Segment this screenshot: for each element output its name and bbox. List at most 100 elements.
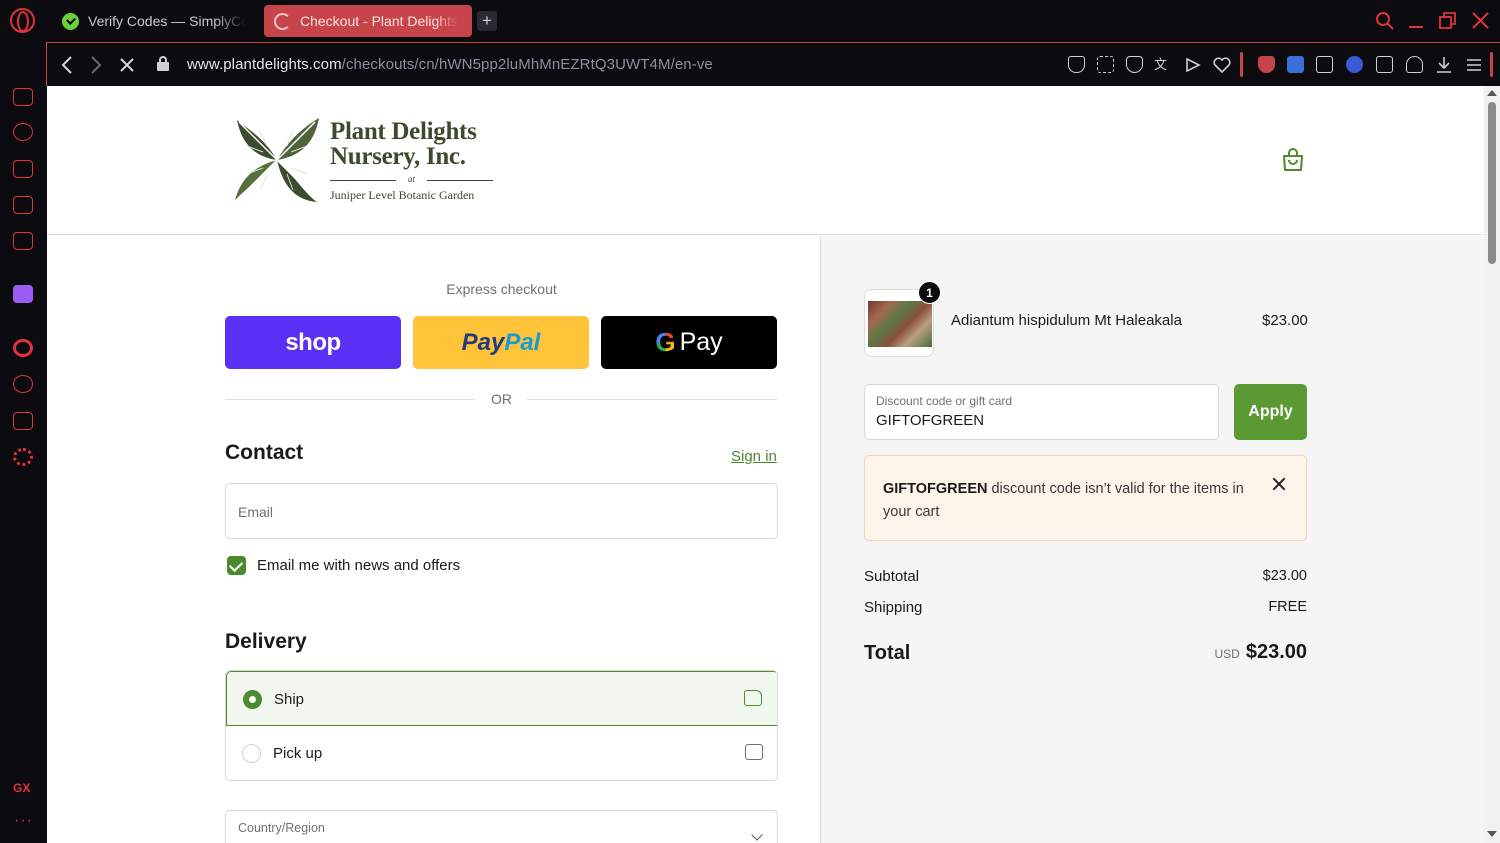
tab-checkout-active[interactable]: Checkout - Plant Delights (264, 5, 472, 37)
scrollbar-thumb[interactable] (1488, 102, 1496, 264)
stop-loading-icon[interactable] (119, 57, 135, 73)
delivery-option-ship[interactable]: Ship (226, 671, 777, 726)
news-icon[interactable] (13, 196, 33, 214)
send-icon[interactable] (1185, 57, 1201, 73)
leaf-logo-icon (233, 116, 321, 204)
news-offers-checkbox[interactable] (227, 556, 246, 575)
profile-icon[interactable] (1406, 56, 1423, 73)
store-icon (745, 744, 763, 760)
simplycodes-favicon-icon (62, 12, 79, 30)
store-icon[interactable] (13, 160, 33, 178)
product-image (868, 301, 932, 347)
player-icon[interactable] (13, 339, 33, 357)
twitch-icon[interactable] (13, 285, 33, 303)
tab-bar: Verify Codes — SimplyCodes Checkout - Pl… (0, 0, 1500, 42)
paypal-part-2: Pal (504, 328, 541, 356)
menu-icon[interactable] (1466, 57, 1482, 73)
forward-icon[interactable] (90, 56, 102, 74)
chevron-down-icon (751, 829, 763, 841)
opera-sidebar: GX ··· (0, 86, 46, 843)
paypal-part-1: Pay (461, 328, 505, 356)
scroll-down-icon[interactable] (1487, 831, 1497, 837)
logo-wordmark: Plant Delights Nursery, Inc. (330, 119, 477, 169)
pin-icon[interactable] (1068, 56, 1085, 73)
plant-delights-logo[interactable]: Plant Delights Nursery, Inc. at Juniper L… (233, 116, 503, 206)
discount-code-input[interactable]: Discount code or gift card GIFTOFGREEN (864, 384, 1219, 440)
search-icon[interactable] (1375, 11, 1395, 31)
gaming-icon[interactable] (13, 88, 33, 106)
email-placeholder: Email (238, 504, 274, 520)
notes-icon[interactable] (1316, 56, 1333, 73)
sign-in-link[interactable]: Sign in (731, 448, 777, 465)
url-field[interactable]: www.plantdelights.com/checkouts/cn/hWN5p… (187, 56, 713, 73)
minimize-icon[interactable] (1408, 11, 1424, 31)
adblock-shield-icon[interactable] (1126, 56, 1143, 73)
total-value: $23.00 (1245, 641, 1307, 663)
or-divider: OR (225, 391, 778, 407)
tab-verify-codes[interactable]: Verify Codes — SimplyCodes (52, 5, 256, 37)
more-icon[interactable]: ··· (14, 812, 33, 830)
ublock-icon[interactable] (1258, 56, 1275, 73)
address-bar: www.plantdelights.com/checkouts/cn/hWN5p… (46, 42, 1500, 86)
close-icon[interactable] (1271, 476, 1287, 492)
snapshot-icon[interactable] (1097, 56, 1114, 73)
delivery-option-pickup[interactable]: Pick up (226, 726, 777, 780)
speed-dial-icon[interactable] (13, 123, 33, 141)
google-translate-icon[interactable] (1287, 56, 1304, 73)
quantity-badge: 1 (918, 281, 941, 304)
discount-error-message: GIFTOFGREEN discount code isn’t valid fo… (883, 478, 1253, 524)
paypal-button[interactable]: Pay Pal (413, 316, 589, 369)
google-pay-button[interactable]: G Pay (601, 316, 777, 369)
product-name: Adiantum hispidulum Mt Haleakala (951, 312, 1182, 329)
browser-window: Verify Codes — SimplyCodes Checkout - Pl… (0, 0, 1500, 843)
new-tab-button[interactable]: + (477, 11, 497, 31)
restore-icon[interactable] (1439, 12, 1457, 30)
email-field[interactable]: Email (225, 483, 778, 539)
logo-at: at (330, 174, 493, 184)
close-window-icon[interactable] (1472, 12, 1489, 29)
heart-icon[interactable] (1213, 57, 1231, 73)
translate-icon[interactable]: 文 (1154, 56, 1172, 74)
extensions-icon[interactable] (13, 412, 33, 430)
messenger-m-icon[interactable] (13, 232, 33, 250)
contact-heading: Contact (225, 441, 304, 464)
ship-label: Ship (274, 691, 305, 708)
shop-pay-button[interactable]: shop (225, 316, 401, 369)
gx-control-button[interactable]: GX (13, 781, 30, 795)
history-icon[interactable] (13, 375, 33, 393)
ship-radio[interactable] (243, 690, 262, 709)
toolbar-separator (1240, 52, 1243, 77)
page-viewport: Plant Delights Nursery, Inc. at Juniper L… (47, 86, 1484, 843)
tab-title: Checkout - Plant Delights (300, 13, 458, 29)
google-g-icon: G (655, 327, 676, 357)
shopping-bag-icon[interactable] (1282, 148, 1304, 172)
lock-icon[interactable] (157, 56, 169, 72)
svg-text:文: 文 (1154, 58, 1167, 73)
discount-label: Discount code or gift card (876, 394, 1013, 408)
scroll-up-icon[interactable] (1487, 90, 1497, 96)
logo-line-1: Plant Delights (330, 118, 477, 145)
apply-discount-button[interactable]: Apply (1234, 384, 1307, 440)
total-label: Total (864, 642, 911, 664)
extensions-puzzle-icon[interactable] (1376, 56, 1393, 73)
page-scrollbar[interactable] (1484, 86, 1500, 843)
opera-logo-icon[interactable] (10, 8, 35, 33)
logo-line-2: Nursery, Inc. (330, 143, 466, 170)
product-price: $23.00 (1262, 312, 1308, 329)
url-path: /checkouts/cn/hWN5pp2luMhMnEZRtQ3UWT4M/e… (341, 56, 713, 73)
extension-snowflake-icon[interactable] (1346, 56, 1363, 73)
pickup-radio[interactable] (242, 744, 261, 763)
download-icon[interactable] (1436, 56, 1452, 74)
truck-icon (744, 690, 762, 706)
logo-subtitle: Juniper Level Botanic Garden (330, 188, 475, 202)
gpay-label: Pay (679, 328, 723, 356)
total-currency: USD (1214, 647, 1240, 661)
settings-gear-icon[interactable] (13, 448, 33, 466)
site-header: Plant Delights Nursery, Inc. at Juniper L… (47, 86, 1484, 235)
country-region-select[interactable]: Country/Region (225, 810, 778, 843)
back-icon[interactable] (61, 56, 73, 74)
shipping-label: Shipping (864, 599, 923, 616)
shipping-value: FREE (1268, 599, 1307, 615)
error-code: GIFTOFGREEN (883, 481, 988, 497)
pickup-label: Pick up (273, 745, 323, 762)
